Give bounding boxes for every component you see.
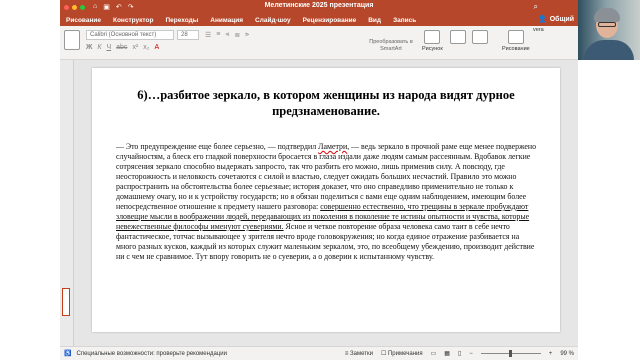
body-part-2: , — ведь зеркало в прочной раме еще мене… — [116, 142, 537, 211]
bold-icon[interactable]: Ж — [86, 44, 92, 51]
presenter-glasses — [598, 22, 616, 27]
status-bar: ♿ Специальные возможности: проверьте рек… — [60, 346, 578, 360]
comments-button[interactable]: ☐ Примечания — [381, 350, 423, 357]
arrange-button[interactable] — [472, 30, 488, 46]
accessibility-status[interactable]: Специальные возможности: проверьте реком… — [76, 351, 226, 357]
subscript-icon[interactable]: x₂ — [143, 44, 149, 51]
title-bar: ⌂ ▣ ↶ ↷ Мелетинские 2025 презентация ⌕ — [60, 0, 578, 14]
user-icon: 👤 — [538, 16, 547, 23]
notes-label: Заметки — [349, 350, 373, 357]
drawing-button[interactable]: Рисование — [502, 30, 530, 52]
zoom-out-button[interactable]: − — [469, 351, 473, 357]
tab-transitions[interactable]: Переходы — [159, 17, 204, 24]
font-color-icon[interactable]: A — [155, 44, 160, 51]
tab-review[interactable]: Рецензирование — [297, 17, 363, 24]
ribbon-tabs: Рисование Конструктор Переходы Анимация … — [60, 14, 578, 26]
powerpoint-window: ⌂ ▣ ↶ ↷ Мелетинские 2025 презентация ⌕ Р… — [60, 0, 578, 360]
status-left: ♿ Специальные возможности: проверьте рек… — [64, 350, 227, 358]
body-name-lametri: Ламетри — [318, 142, 348, 151]
sorter-view-icon[interactable]: ▦ — [444, 350, 450, 357]
ribbon-toolbar: Calibri (Основной текст) 28 Ж К Ч abc x²… — [60, 26, 578, 60]
tab-slideshow[interactable]: Слайд-шоу — [249, 17, 297, 24]
status-right: ≡ Заметки ☐ Примечания ▭ ▦ ▯ − + 99 % — [345, 350, 574, 357]
zoom-slider[interactable] — [480, 350, 541, 357]
notes-button[interactable]: ≡ Заметки — [345, 351, 373, 357]
numbering-icon[interactable]: ≡ — [216, 31, 220, 39]
slide-thumbnails-pane — [60, 60, 74, 346]
format-buttons: Ж К Ч abc x² x₂ A — [86, 44, 159, 51]
slide-canvas: 6)…разбитое зеркало, в котором женщины и… — [74, 60, 578, 346]
font-size-select[interactable]: 28 — [177, 30, 199, 40]
tab-record[interactable]: Запись — [387, 17, 422, 24]
tab-animation[interactable]: Анимация — [204, 17, 249, 24]
shapes-icon — [450, 30, 466, 44]
accessibility-icon[interactable]: ♿ — [64, 350, 71, 357]
strikethrough-icon[interactable]: abc — [116, 44, 127, 51]
shapes-button[interactable] — [450, 30, 466, 46]
align-center-icon[interactable]: ≣ — [234, 31, 240, 39]
tab-drawing[interactable]: Рисование — [60, 17, 107, 24]
arrange-icon — [472, 30, 488, 44]
slide-title[interactable]: 6)…разбитое зеркало, в котором женщины и… — [112, 87, 540, 119]
convert-smartart-button[interactable]: Преобразовать в SmartArt — [366, 39, 416, 53]
drawing-label: Рисование — [502, 46, 530, 52]
normal-view-icon[interactable]: ▭ — [431, 350, 437, 357]
picture-button[interactable]: Рисунок — [422, 30, 443, 52]
share-button[interactable]: 👤 Общий — [538, 15, 574, 24]
font-name-select[interactable]: Calibri (Основной текст) — [86, 30, 174, 40]
webcam-overlay — [578, 0, 640, 60]
webcam-name-label: vera — [533, 27, 544, 33]
align-left-icon[interactable]: ⫷ — [225, 31, 229, 39]
comments-label: Примечания — [387, 351, 423, 357]
body-part-1: — Это предупреждение еще более серьезно,… — [116, 142, 319, 151]
align-right-icon[interactable]: ⫸ — [245, 31, 249, 39]
zoom-slider-thumb[interactable] — [508, 350, 512, 357]
underline-icon[interactable]: Ч — [106, 44, 111, 51]
zoom-in-button[interactable]: + — [549, 351, 553, 357]
document-title: Мелетинские 2025 презентация — [264, 2, 374, 9]
paragraph-buttons: ☰ ≡ ⫷ ≣ ⫸ — [205, 31, 249, 39]
tab-design[interactable]: Конструктор — [107, 17, 159, 24]
italic-icon[interactable]: К — [97, 44, 101, 51]
zoom-level[interactable]: 99 % — [560, 351, 574, 357]
superscript-icon[interactable]: x² — [132, 44, 138, 51]
bullets-icon[interactable]: ☰ — [205, 31, 211, 39]
search-icon[interactable]: ⌕ — [534, 2, 538, 12]
picture-label: Рисунок — [422, 46, 443, 52]
share-label: Общий — [549, 15, 574, 23]
slide-body-text[interactable]: — Это предупреждение еще более серьезно,… — [116, 142, 538, 262]
picture-icon — [424, 30, 441, 44]
slide[interactable]: 6)…разбитое зеркало, в котором женщины и… — [92, 68, 560, 332]
presenter-hair — [594, 8, 620, 22]
paste-icon[interactable] — [64, 30, 80, 50]
selected-slide-thumbnail[interactable] — [62, 288, 70, 316]
tab-view[interactable]: Вид — [362, 17, 387, 24]
reading-view-icon[interactable]: ▯ — [458, 350, 461, 357]
pen-icon — [507, 30, 524, 44]
